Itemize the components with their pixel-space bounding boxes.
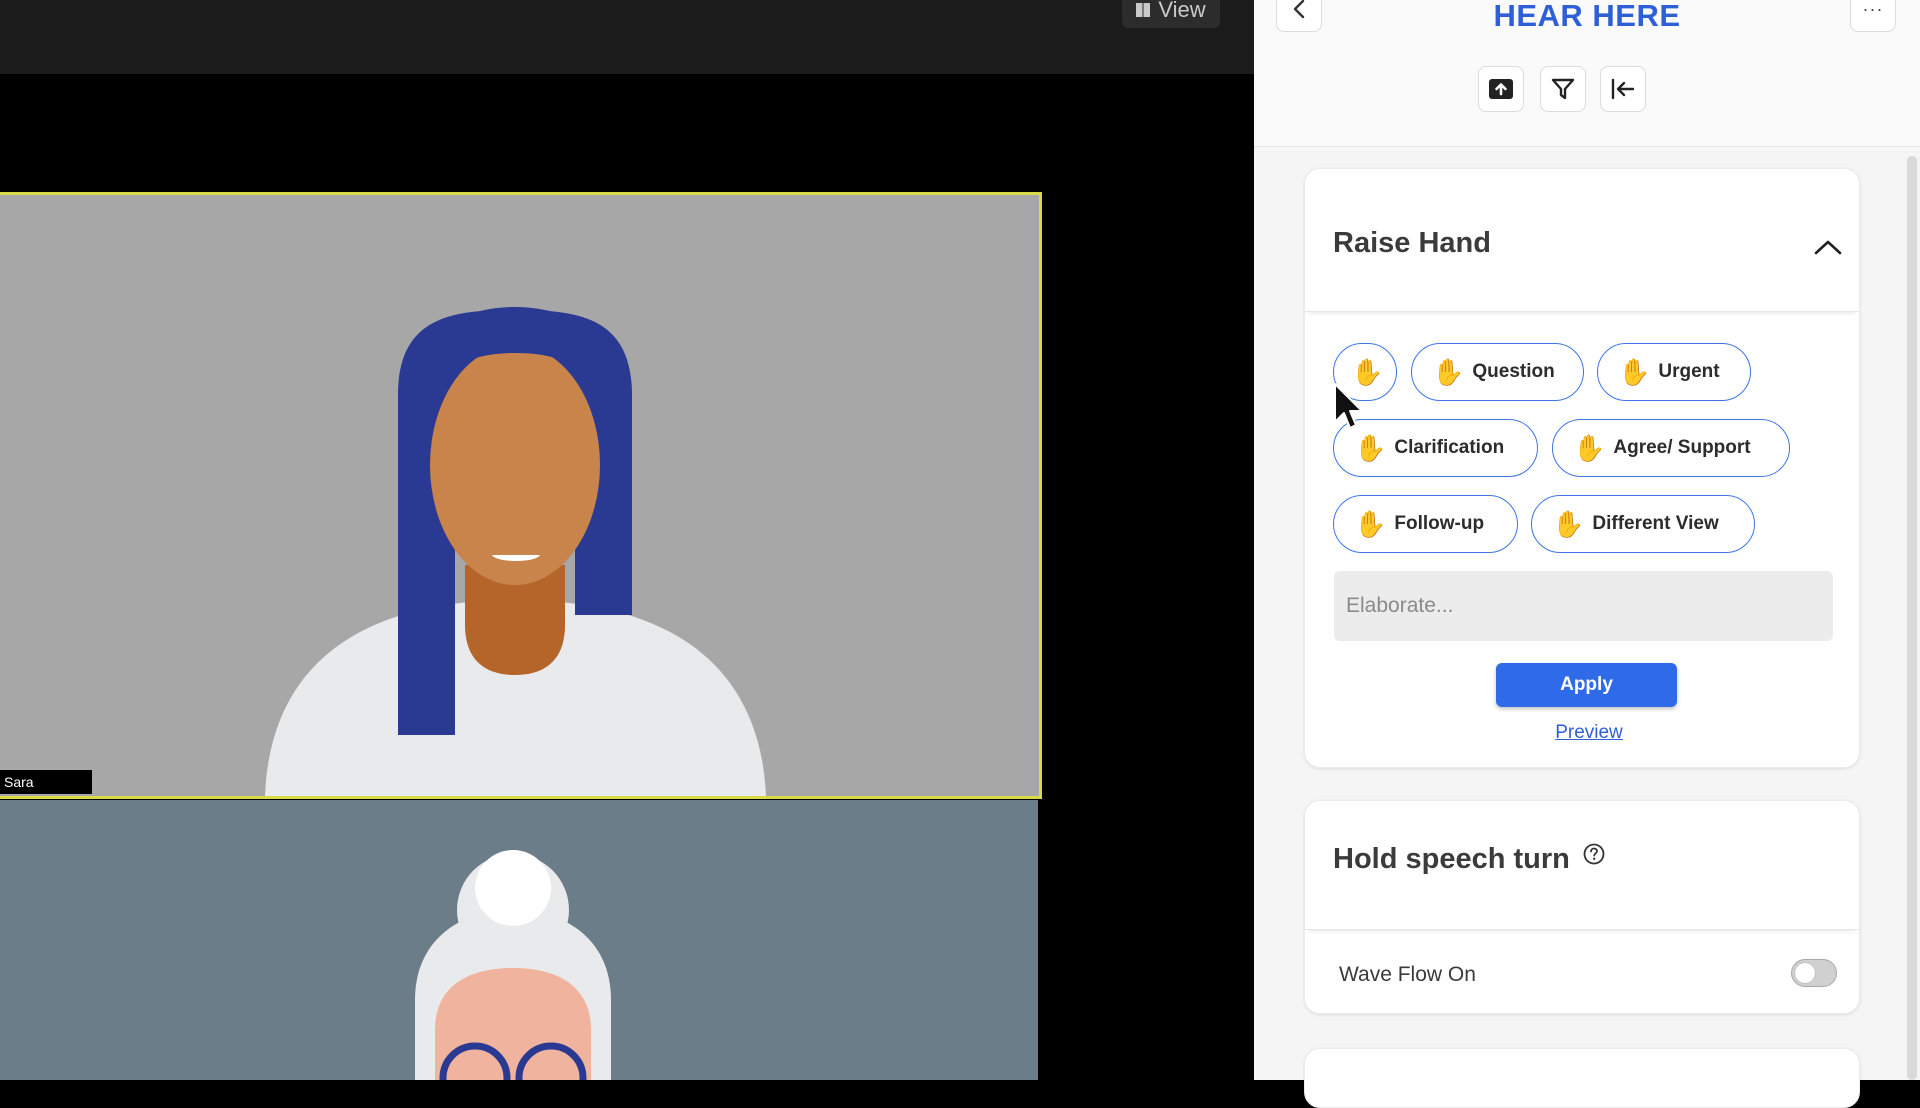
filter-icon: [1551, 78, 1575, 100]
wave-flow-label: Wave Flow On: [1339, 963, 1476, 986]
elaborate-input[interactable]: [1334, 571, 1833, 641]
video-top-bar: View: [0, 0, 1254, 74]
avatar-participant-2: [415, 850, 611, 1080]
raise-hand-option-different-view[interactable]: ✋ Different View: [1531, 495, 1755, 553]
raise-hand-header[interactable]: Raise Hand: [1305, 169, 1859, 312]
option-label: Urgent: [1658, 361, 1720, 382]
raise-hand-title: Raise Hand: [1333, 227, 1491, 259]
chevron-up-icon[interactable]: [1813, 237, 1843, 257]
more-options-button[interactable]: ···: [1850, 0, 1896, 32]
raise-hand-option-question[interactable]: ✋ Question: [1411, 343, 1584, 401]
hold-speech-turn-card: Hold speech turn Wave Flow On: [1304, 800, 1860, 1014]
hand-icon: ✋: [1573, 433, 1606, 463]
option-label: Clarification: [1394, 437, 1505, 458]
more-options-icon: ···: [1862, 0, 1884, 19]
wave-flow-toggle[interactable]: [1791, 959, 1837, 987]
sidebar-header: HEAR HERE ···: [1254, 0, 1920, 147]
toggle-knob: [1795, 963, 1815, 983]
hand-icon: ✋: [1351, 357, 1384, 387]
avatar-sara: [265, 307, 766, 796]
participant-tile-2[interactable]: [0, 800, 1038, 1080]
hand-icon: ✋: [1354, 433, 1387, 463]
share-screen-button[interactable]: [1478, 66, 1524, 112]
hand-icon: ✋: [1354, 509, 1387, 539]
filter-button[interactable]: [1540, 66, 1586, 112]
option-label: Follow-up: [1394, 513, 1485, 534]
arrow-left-to-line-icon: [1611, 78, 1635, 100]
option-label: Question: [1472, 361, 1555, 382]
view-button[interactable]: View: [1122, 0, 1220, 28]
next-card: [1304, 1048, 1860, 1108]
hold-speech-turn-header[interactable]: Hold speech turn: [1305, 801, 1859, 930]
raise-hand-option-clarification[interactable]: ✋ Clarification: [1333, 419, 1538, 477]
view-button-label: View: [1158, 0, 1206, 22]
option-label: Different View: [1592, 513, 1719, 534]
video-area: View Sara: [0, 0, 1254, 1080]
preview-link[interactable]: Preview: [1500, 722, 1678, 744]
apply-button[interactable]: Apply: [1496, 663, 1677, 707]
help-icon[interactable]: [1583, 843, 1605, 865]
hold-speech-turn-title: Hold speech turn: [1333, 843, 1570, 875]
hand-icon: ✋: [1552, 509, 1585, 539]
app-title: HEAR HERE: [1493, 0, 1681, 33]
raise-hand-button[interactable]: ✋: [1333, 343, 1397, 401]
participant-name-tag: Sara: [0, 770, 92, 794]
view-icon: [1136, 3, 1151, 17]
hand-icon: ✋: [1432, 357, 1465, 387]
participant-tile-sara[interactable]: Sara: [0, 192, 1042, 799]
upload-icon: [1489, 79, 1513, 99]
raise-hand-option-agree-support[interactable]: ✋ Agree/ Support: [1552, 419, 1790, 477]
collapse-sidebar-button[interactable]: [1600, 66, 1646, 112]
raise-hand-option-follow-up[interactable]: ✋ Follow-up: [1333, 495, 1518, 553]
sidebar-scrollbar[interactable]: [1907, 156, 1917, 1080]
hand-icon: ✋: [1618, 357, 1651, 387]
option-label: Agree/ Support: [1613, 437, 1751, 458]
raise-hand-option-urgent[interactable]: ✋ Urgent: [1597, 343, 1751, 401]
